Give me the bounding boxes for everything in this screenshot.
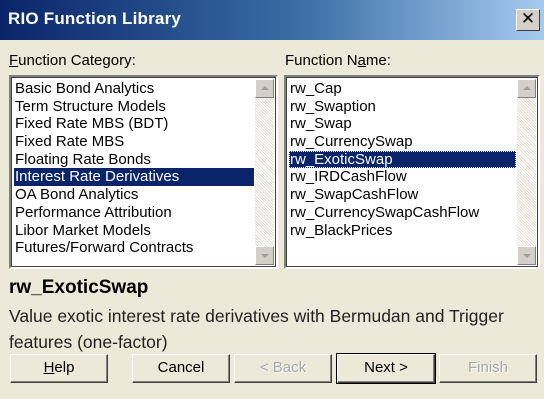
- function-name-label-pre: Function N: [285, 52, 358, 69]
- function-category-scroll-up-button[interactable]: [255, 79, 274, 98]
- function-category-label-mnemonic: F: [9, 52, 19, 69]
- scroll-down-arrow-icon: [261, 254, 269, 258]
- function-category-item[interactable]: Libor Market Models: [14, 222, 254, 240]
- function-category-item[interactable]: Interest Rate Derivatives: [14, 168, 254, 187]
- window-title: RIO Function Library: [8, 9, 182, 28]
- function-name-item[interactable]: rw_Swaption: [289, 98, 516, 116]
- function-name-label-post: me:: [365, 52, 391, 69]
- close-icon: ✕: [520, 9, 536, 29]
- function-name-item[interactable]: rw_ExoticSwap: [289, 150, 516, 169]
- function-name-label-mnemonic: a: [357, 52, 366, 69]
- function-category-item[interactable]: Futures/Forward Contracts: [14, 239, 254, 257]
- function-name-items: rw_Cap rw_Swaption rw_Swap rw_CurrencySwap r…: [289, 80, 516, 239]
- function-category-scroll-down-button[interactable]: [255, 246, 274, 265]
- cancel-button[interactable]: Cancel: [132, 354, 230, 383]
- help-button[interactable]: Help: [10, 354, 108, 383]
- function-category-item[interactable]: Floating Rate Bonds: [14, 151, 254, 169]
- next-button[interactable]: Next >: [336, 353, 436, 384]
- function-category-item[interactable]: Basic Bond Analytics: [14, 80, 254, 98]
- function-category-label: Function Category:: [9, 52, 136, 69]
- function-category-item[interactable]: OA Bond Analytics: [14, 186, 254, 204]
- function-name-scroll-down-button[interactable]: [517, 246, 536, 265]
- function-name-item[interactable]: rw_SwapCashFlow: [289, 186, 516, 204]
- scroll-up-arrow-icon: [261, 86, 269, 90]
- function-name-listbox[interactable]: rw_Cap rw_Swaption rw_Swap rw_CurrencySwap r…: [284, 75, 540, 269]
- function-category-items: Basic Bond Analytics Term Structure Model…: [14, 80, 254, 257]
- selected-function-title: rw_ExoticSwap: [9, 277, 149, 298]
- finish-button[interactable]: Finish: [439, 354, 537, 383]
- function-category-item[interactable]: Performance Attribution: [14, 204, 254, 222]
- function-name-scrollbar[interactable]: [517, 79, 536, 265]
- function-category-label-text: unction Category:: [18, 52, 136, 69]
- function-category-listbox[interactable]: Basic Bond Analytics Term Structure Model…: [9, 75, 278, 269]
- function-name-item[interactable]: rw_IRDCashFlow: [289, 168, 516, 186]
- rio-function-library-dialog: RIO Function Library ✕ Function Category…: [0, 0, 544, 399]
- function-name-scroll-up-button[interactable]: [517, 79, 536, 98]
- title-bar[interactable]: RIO Function Library ✕: [0, 0, 544, 40]
- function-name-item[interactable]: rw_CurrencySwapCashFlow: [289, 204, 516, 222]
- function-name-item[interactable]: rw_Swap: [289, 115, 516, 133]
- function-category-item[interactable]: Fixed Rate MBS: [14, 133, 254, 151]
- function-category-item[interactable]: Fixed Rate MBS (BDT): [14, 115, 254, 133]
- close-button[interactable]: ✕: [516, 9, 540, 31]
- function-name-item[interactable]: rw_Cap: [289, 80, 516, 98]
- scroll-up-arrow-icon: [523, 86, 531, 90]
- function-name-item[interactable]: rw_BlackPrices: [289, 222, 516, 240]
- scroll-down-arrow-icon: [523, 254, 531, 258]
- help-button-mnemonic: H: [43, 359, 55, 376]
- selected-function-description: Value exotic interest rate derivatives w…: [9, 306, 504, 352]
- function-name-item[interactable]: rw_CurrencySwap: [289, 133, 516, 151]
- function-category-item[interactable]: Term Structure Models: [14, 98, 254, 116]
- back-button[interactable]: < Back: [234, 354, 332, 383]
- function-name-label: Function Name:: [285, 52, 391, 69]
- function-category-scrollbar[interactable]: [255, 79, 274, 265]
- help-button-label: elp: [54, 359, 75, 376]
